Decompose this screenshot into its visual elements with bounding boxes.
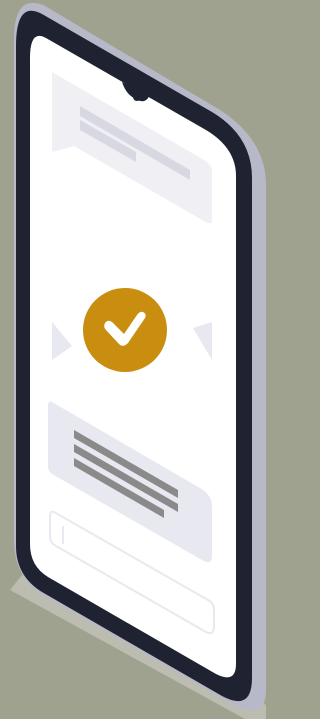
phone-svg <box>0 0 266 719</box>
side-button-lower[interactable] <box>257 248 264 278</box>
check-circle-icon <box>83 288 167 372</box>
side-button-upper[interactable] <box>257 212 264 240</box>
phone-illustration <box>0 0 266 719</box>
